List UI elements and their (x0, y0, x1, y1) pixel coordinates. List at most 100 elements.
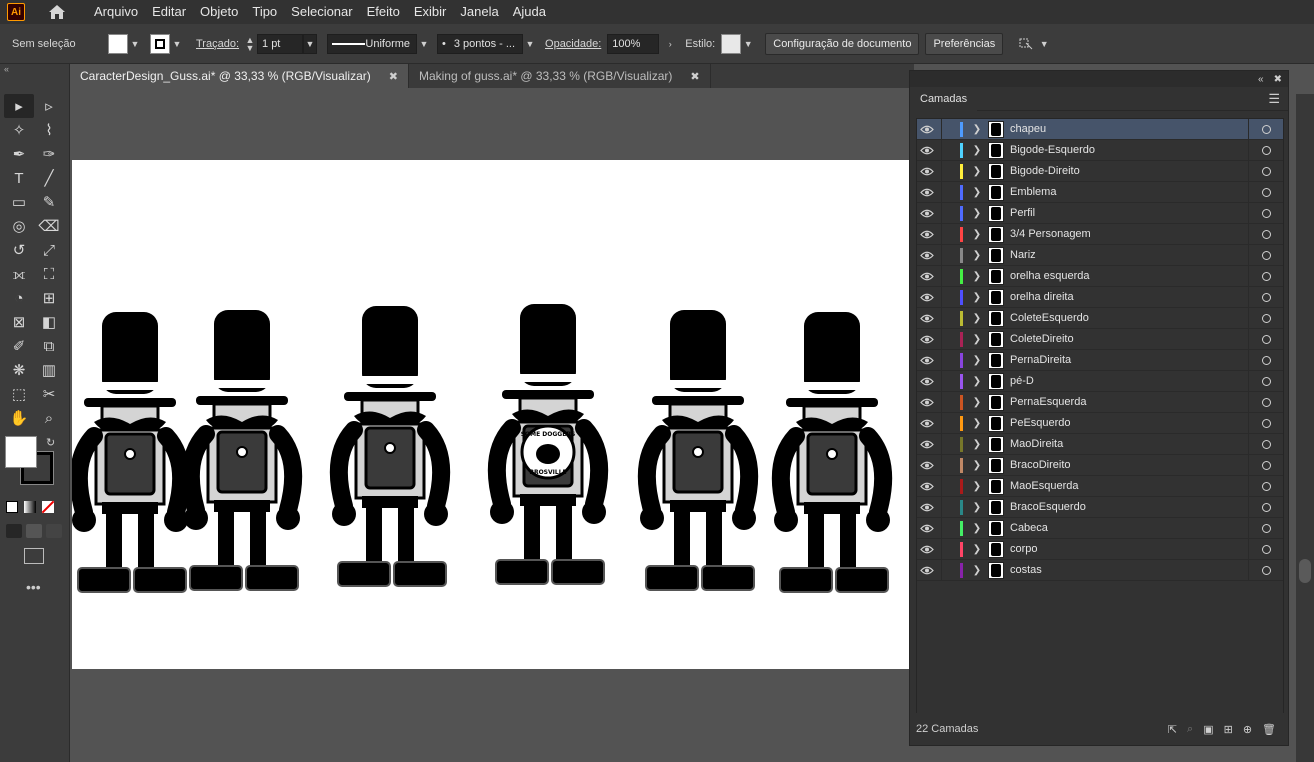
arrange-dropdown-icon[interactable]: ▼ (1037, 34, 1051, 54)
layer-row[interactable]: ❯ chapeu (917, 118, 1283, 140)
target-circle-icon[interactable] (1249, 229, 1283, 239)
layer-name[interactable]: Bigode-Esquerdo (1010, 144, 1248, 156)
expand-chevron-icon[interactable]: ❯ (970, 481, 984, 492)
stroke-label[interactable]: Traçado: (196, 38, 239, 50)
hand-tool-icon[interactable]: ✋ (4, 406, 34, 430)
expand-chevron-icon[interactable]: ❯ (970, 166, 984, 177)
layer-name[interactable]: Nariz (1010, 249, 1248, 261)
close-icon[interactable]: ✖ (690, 70, 699, 83)
direct-selection-tool-icon[interactable]: ▹ (34, 94, 64, 118)
layer-name[interactable]: Cabeca (1010, 522, 1248, 534)
expand-chevron-icon[interactable]: ❯ (970, 334, 984, 345)
expand-chevron-icon[interactable]: ❯ (970, 292, 984, 303)
visibility-eye-icon[interactable] (917, 230, 937, 239)
menu-item-objeto[interactable]: Objeto (193, 0, 245, 24)
layer-row[interactable]: ❯ ColeteDireito (917, 328, 1283, 350)
draw-behind-icon[interactable] (26, 524, 42, 538)
expand-chevron-icon[interactable]: ❯ (970, 418, 984, 429)
layer-row[interactable]: ❯ BracoDireito (917, 454, 1283, 476)
layer-row[interactable]: ❯ PernaEsquerda (917, 391, 1283, 413)
target-circle-icon[interactable] (1249, 187, 1283, 197)
style-dropdown-icon[interactable]: ▼ (741, 34, 755, 54)
layer-row[interactable]: ❯ 3/4 Personagem (917, 223, 1283, 245)
eyedropper-tool-icon[interactable]: ✐ (4, 334, 34, 358)
expand-chevron-icon[interactable]: ❯ (970, 313, 984, 324)
visibility-eye-icon[interactable] (917, 146, 937, 155)
clipping-mask-icon[interactable]: ▣ (1203, 723, 1213, 736)
delete-layer-icon[interactable]: 🗑 (1262, 723, 1276, 736)
menu-item-selecionar[interactable]: Selecionar (284, 0, 359, 24)
pen-tool-icon[interactable]: ✒ (4, 142, 34, 166)
menu-item-exibir[interactable]: Exibir (407, 0, 454, 24)
close-panel-icon[interactable]: ✖ (1274, 74, 1282, 85)
expand-chevron-icon[interactable]: ❯ (970, 397, 984, 408)
new-sublayer-icon[interactable]: ⊞ (1224, 723, 1233, 736)
stroke-weight-dropdown-icon[interactable]: ▼ (303, 33, 318, 54)
layer-row[interactable]: ❯ BracoEsquerdo (917, 496, 1283, 518)
layer-name[interactable]: PernaDireita (1010, 354, 1248, 366)
layer-row[interactable]: ❯ costas (917, 559, 1283, 581)
panel-menu-icon[interactable]: ☰ (1268, 91, 1280, 107)
layer-row[interactable]: ❯ Cabeca (917, 517, 1283, 539)
stroke-weight-field[interactable]: 1 pt (257, 33, 304, 54)
stroke-swatch[interactable] (150, 33, 170, 54)
menu-item-editar[interactable]: Editar (145, 0, 193, 24)
expand-chevron-icon[interactable]: ❯ (970, 208, 984, 219)
expand-chevron-icon[interactable]: ❯ (970, 439, 984, 450)
target-circle-icon[interactable] (1249, 460, 1283, 470)
layer-row[interactable]: ❯ pé-D (917, 370, 1283, 392)
layer-row[interactable]: ❯ Bigode-Esquerdo (917, 139, 1283, 161)
target-circle-icon[interactable] (1249, 565, 1283, 575)
layer-name[interactable]: pé-D (1010, 375, 1248, 387)
mesh-tool-icon[interactable]: ⊠ (4, 310, 34, 334)
target-circle-icon[interactable] (1249, 208, 1283, 218)
layer-row[interactable]: ❯ PernaDireita (917, 349, 1283, 371)
visibility-eye-icon[interactable] (917, 419, 937, 428)
layer-row[interactable]: ❯ corpo (917, 538, 1283, 560)
gradient-mode-icon[interactable] (24, 501, 36, 513)
layer-name[interactable]: Bigode-Direito (1010, 165, 1248, 177)
expand-chevron-icon[interactable]: ❯ (970, 187, 984, 198)
right-scrollbar[interactable] (1296, 94, 1314, 762)
paintbrush-tool-icon[interactable]: ✎ (34, 190, 64, 214)
line-segment-tool-icon[interactable]: ╱ (34, 166, 64, 190)
menu-item-tipo[interactable]: Tipo (245, 0, 284, 24)
opacity-expand-icon[interactable]: › (663, 34, 677, 54)
visibility-eye-icon[interactable] (917, 377, 937, 386)
screen-mode-icon[interactable] (24, 548, 44, 564)
stroke-profile-select[interactable]: Uniforme (327, 33, 418, 54)
export-icon[interactable]: ⇱ (1168, 723, 1177, 736)
layer-row[interactable]: ❯ orelha direita (917, 286, 1283, 308)
layer-name[interactable]: MaoEsquerda (1010, 480, 1248, 492)
visibility-eye-icon[interactable] (917, 188, 937, 197)
type-tool-icon[interactable]: T (4, 166, 34, 190)
layer-row[interactable]: ❯ ColeteEsquerdo (917, 307, 1283, 329)
layer-name[interactable]: ColeteEsquerdo (1010, 312, 1248, 324)
layer-row[interactable]: ❯ PeEsquerdo (917, 412, 1283, 434)
color-mode-icon[interactable] (6, 501, 18, 513)
target-circle-icon[interactable] (1249, 250, 1283, 260)
visibility-eye-icon[interactable] (917, 482, 937, 491)
visibility-eye-icon[interactable] (917, 440, 937, 449)
rectangle-tool-icon[interactable]: ▭ (4, 190, 34, 214)
artboard[interactable]: SOME DOGGERS BROSVILLE (72, 160, 912, 669)
eraser-tool-icon[interactable]: ⌫ (34, 214, 64, 238)
stroke-profile-dropdown-icon[interactable]: ▼ (417, 34, 431, 54)
target-circle-icon[interactable] (1249, 313, 1283, 323)
expand-chevron-icon[interactable]: ❯ (970, 250, 984, 261)
menu-item-arquivo[interactable]: Arquivo (87, 0, 145, 24)
layer-name[interactable]: Emblema (1010, 186, 1248, 198)
fill-swatch[interactable] (108, 33, 128, 54)
layer-row[interactable]: ❯ MaoEsquerda (917, 475, 1283, 497)
target-circle-icon[interactable] (1249, 481, 1283, 491)
visibility-eye-icon[interactable] (917, 209, 937, 218)
visibility-eye-icon[interactable] (917, 314, 937, 323)
target-circle-icon[interactable] (1249, 418, 1283, 428)
target-circle-icon[interactable] (1249, 523, 1283, 533)
visibility-eye-icon[interactable] (917, 335, 937, 344)
new-layer-icon[interactable]: ⊕ (1243, 723, 1252, 736)
layer-name[interactable]: costas (1010, 564, 1248, 576)
menu-item-janela[interactable]: Janela (453, 0, 505, 24)
visibility-eye-icon[interactable] (917, 356, 937, 365)
rotate-tool-icon[interactable]: ↺ (4, 238, 34, 262)
